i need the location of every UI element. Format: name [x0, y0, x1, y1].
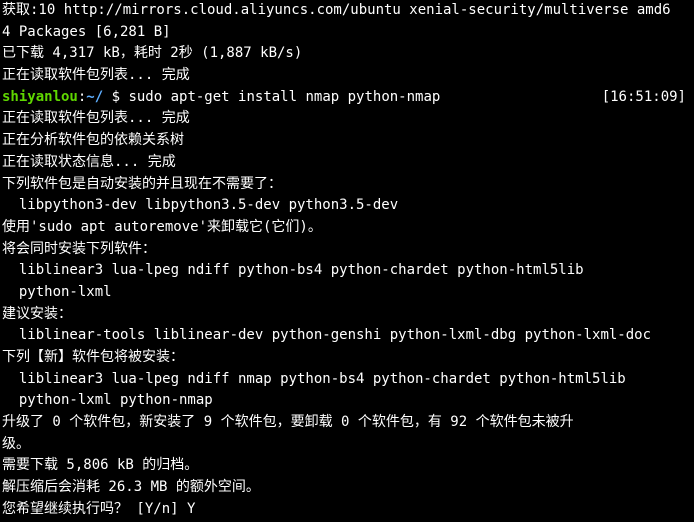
output-line: liblinear-tools liblinear-dev python-gen…	[2, 327, 652, 344]
output-line: 正在读取状态信息... 完成	[2, 153, 176, 170]
input-line[interactable]: 您希望继续执行吗？ [Y/n] Y	[2, 499, 694, 521]
terminal-window[interactable]: 获取:10 http://mirrors.cloud.aliyuncs.com/…	[0, 0, 694, 522]
output-line: 使用'sudo apt autoremove'来卸载它(它们)。	[2, 218, 322, 235]
output-line: 下列软件包是自动安装的并且现在不需要了：	[2, 175, 282, 192]
output-line: 建议安装：	[2, 305, 72, 322]
output-line: 需要下载 5,806 kB 的归档。	[2, 457, 199, 474]
output-line: python-lxml python-nmap	[2, 392, 213, 409]
prompt-command: sudo apt-get install nmap python-nmap	[128, 88, 441, 105]
output-line: libpython3-dev libpython3.5-dev python3.…	[2, 197, 399, 214]
output-line: 正在分析软件包的依赖关系树	[2, 132, 184, 149]
output-line: liblinear3 lua-lpeg ndiff nmap python-bs…	[2, 370, 626, 387]
prompt-path: ~/	[86, 88, 104, 105]
output-line: 已下载 4,317 kB，耗时 2秒 (1,887 kB/s)	[2, 45, 303, 62]
output-line: 解压缩后会消耗 26.3 MB 的额外空间。	[2, 479, 260, 496]
prompt-time: [16:51:09]	[601, 88, 686, 105]
output-line: 正在读取软件包列表... 完成	[2, 67, 190, 84]
output-line: 下列【新】软件包将被安装：	[2, 349, 184, 365]
output-line: python-lxml	[2, 283, 112, 300]
prompt-user: shiyanlou	[2, 88, 78, 105]
prompt-symbol: $	[103, 88, 129, 105]
output-line: 正在读取软件包列表... 完成	[2, 110, 190, 127]
output-line: 获取:10 http://mirrors.cloud.aliyuncs.com/…	[2, 2, 671, 18]
output-line: 将会同时安装下列软件：	[2, 240, 156, 257]
output-line: 4 Packages [6,281 B]	[2, 23, 171, 40]
prompt-line: shiyanlou:~/ $ sudo apt-get install nmap…	[2, 87, 694, 109]
output-line: liblinear3 lua-lpeg ndiff python-bs4 pyt…	[2, 262, 584, 279]
output-line: 升级了 0 个软件包，新安装了 9 个软件包，要卸载 0 个软件包，有 92 个…	[2, 414, 574, 431]
output-line: 级。	[2, 435, 30, 452]
